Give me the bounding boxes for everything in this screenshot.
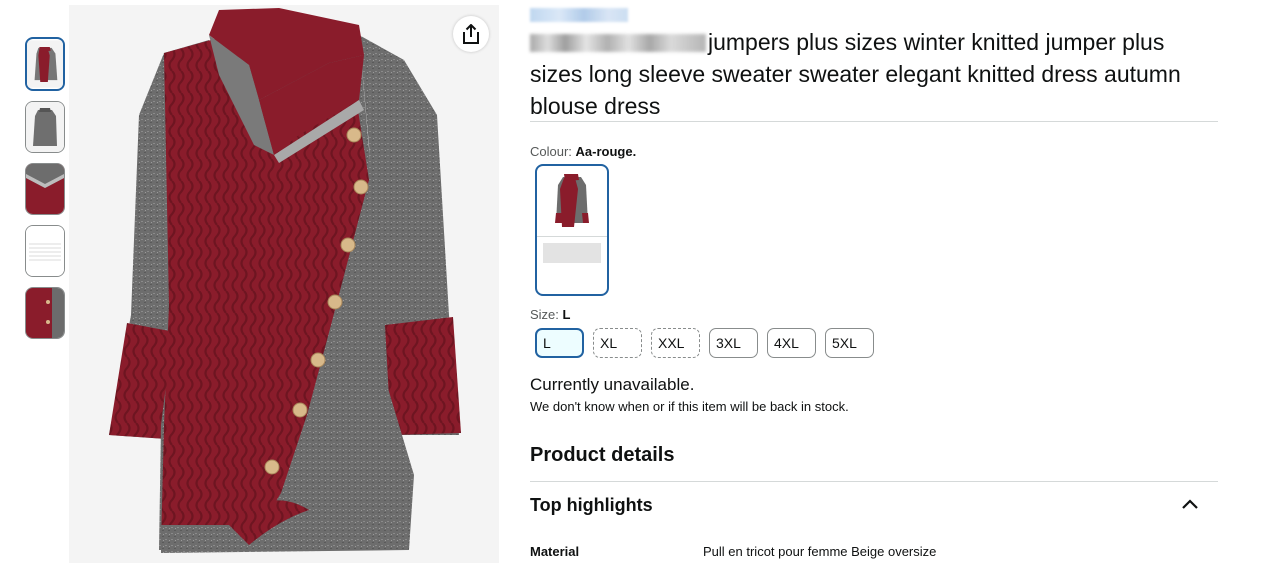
redacted-title-prefix bbox=[530, 34, 706, 52]
thumbnail-2[interactable] bbox=[25, 101, 65, 153]
chevron-up-icon[interactable] bbox=[1181, 497, 1199, 511]
sweater-dress-image bbox=[69, 5, 499, 563]
swatch-sweater-image bbox=[555, 174, 589, 227]
colour-swatch-aa-rouge[interactable] bbox=[535, 164, 609, 296]
product-details-heading: Product details bbox=[530, 444, 675, 466]
thumbnail-5[interactable] bbox=[25, 287, 65, 339]
thumbnail-image bbox=[27, 40, 63, 88]
size-option-4xl[interactable]: 4XL bbox=[767, 328, 816, 358]
swatch-image bbox=[537, 166, 607, 237]
share-icon bbox=[463, 24, 479, 44]
thumbnail-image bbox=[26, 102, 64, 152]
thumbnail-4[interactable] bbox=[25, 225, 65, 277]
size-option-xxl[interactable]: XXL bbox=[651, 328, 700, 358]
divider bbox=[530, 121, 1218, 122]
thumbnail-3[interactable] bbox=[25, 163, 65, 215]
availability-status: Currently unavailable. bbox=[530, 375, 695, 394]
thumbnail-image bbox=[26, 288, 64, 338]
colour-value: Aa-rouge. bbox=[575, 144, 637, 159]
divider bbox=[530, 481, 1218, 482]
size-option-xl[interactable]: XL bbox=[593, 328, 642, 358]
size-option-5xl[interactable]: 5XL bbox=[825, 328, 874, 358]
availability-note: We don't know when or if this item will … bbox=[530, 399, 849, 414]
colour-row: Colour: Aa-rouge. bbox=[530, 144, 636, 159]
brand-link-redacted[interactable] bbox=[530, 8, 628, 22]
thumbnail-1[interactable] bbox=[25, 37, 65, 91]
thumbnail-image bbox=[26, 164, 64, 214]
thumbnail-image bbox=[26, 226, 64, 276]
size-option-3xl[interactable]: 3XL bbox=[709, 328, 758, 358]
thumbnail-strip bbox=[25, 37, 65, 349]
colour-label: Colour: bbox=[530, 144, 572, 159]
spec-key-material: Material bbox=[530, 544, 580, 559]
top-highlights-heading[interactable]: Top highlights bbox=[530, 495, 653, 516]
spec-value-material: Pull en tricot pour femme Beige oversize bbox=[703, 544, 937, 559]
size-options: L XL XXL 3XL 4XL 5XL bbox=[535, 328, 874, 358]
size-option-l[interactable]: L bbox=[535, 328, 584, 358]
swatch-price-placeholder bbox=[543, 243, 601, 263]
size-label: Size: bbox=[530, 307, 559, 322]
share-button[interactable] bbox=[453, 16, 489, 52]
main-product-image[interactable] bbox=[69, 5, 499, 563]
size-value: L bbox=[562, 307, 571, 322]
size-row: Size: L bbox=[530, 307, 570, 322]
product-title: jumpers plus sizes winter knitted jumper… bbox=[530, 26, 1218, 122]
